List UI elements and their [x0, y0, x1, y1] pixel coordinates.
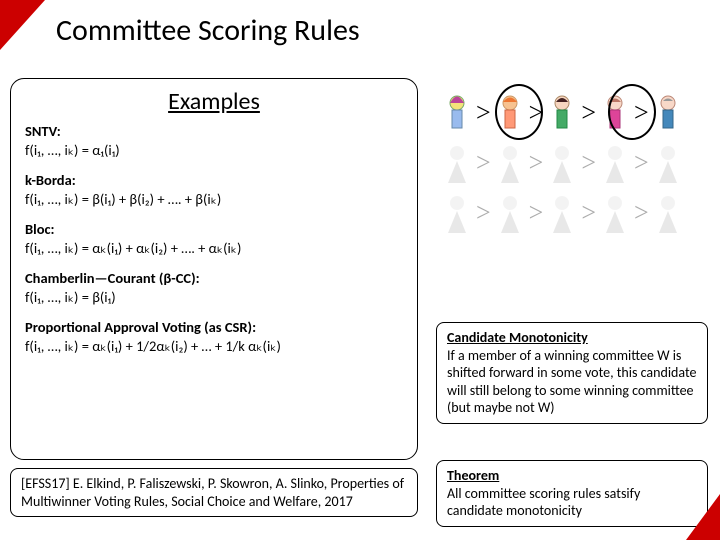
theorem-heading: Theorem	[447, 467, 499, 484]
gt-icon: >	[529, 148, 544, 178]
candidate-icon	[598, 191, 632, 235]
candidate-icon	[651, 141, 685, 185]
cc-formula: f(i₁, …, iₖ) = β(i₁)	[25, 288, 116, 306]
reference-box: [EFSS17] E. Elkind, P. Faliszewski, P. S…	[10, 468, 418, 517]
example-sntv: SNTV: f(i₁, …, iₖ) = α₁(i₁)	[25, 122, 403, 159]
examples-panel: Examples SNTV: f(i₁, …, iₖ) = α₁(i₁) k-B…	[10, 78, 418, 460]
example-kborda: k-Borda: f(i₁, …, iₖ) = β(i₁) + β(i₂) + …	[25, 171, 403, 208]
gt-icon: >	[476, 148, 491, 178]
preference-diagram: > > > > > > > > > > > >	[440, 88, 710, 238]
gt-icon: >	[581, 198, 596, 228]
sntv-formula: f(i₁, …, iₖ) = α₁(i₁)	[25, 141, 120, 159]
highlight-circle-icon	[495, 84, 543, 140]
cc-label: Chamberlin—Courant (β-CC):	[25, 269, 200, 287]
pav-label: Proportional Approval Voting (as CSR):	[25, 318, 256, 336]
sntv-label: SNTV:	[25, 122, 61, 140]
gt-icon: >	[476, 198, 491, 228]
decor-top-triangle	[0, 0, 45, 50]
reference-text: [EFSS17] E. Elkind, P. Faliszewski, P. S…	[21, 475, 404, 510]
candidate-icon	[651, 191, 685, 235]
example-pav: Proportional Approval Voting (as CSR): f…	[25, 318, 403, 355]
candidate-icon	[440, 191, 474, 235]
theorem-box: Theorem All committee scoring rules sats…	[436, 460, 708, 527]
candidate-icon	[440, 141, 474, 185]
decor-bottom-triangle	[686, 494, 720, 540]
gt-icon: >	[529, 198, 544, 228]
monotonicity-heading: Candidate Monotonicity	[447, 329, 588, 346]
candidate-icon	[493, 141, 527, 185]
candidate-green-icon	[545, 91, 579, 135]
candidate-yellow-icon	[440, 91, 474, 135]
voter-row-faded: > > > >	[440, 138, 710, 188]
pav-formula: f(i₁, …, iₖ) = αₖ(i₁) + 1/2αₖ(i₂) + … + …	[25, 337, 281, 355]
monotonicity-body: If a member of a winning committee W is …	[447, 347, 697, 417]
monotonicity-box: Candidate Monotonicity If a member of a …	[436, 322, 708, 424]
slide-title: Committee Scoring Rules	[56, 12, 360, 49]
kborda-label: k-Borda:	[25, 171, 76, 189]
gt-icon: >	[634, 198, 649, 228]
gt-icon: >	[634, 148, 649, 178]
candidate-icon	[493, 191, 527, 235]
highlight-circle-icon	[608, 84, 656, 140]
examples-heading: Examples	[25, 87, 403, 116]
gt-icon: >	[476, 98, 491, 128]
voter-row: > > > >	[440, 88, 710, 138]
kborda-formula: f(i₁, …, iₖ) = β(i₁) + β(i₂) + …. + β(iₖ…	[25, 190, 221, 208]
theorem-body: All committee scoring rules satsify cand…	[447, 485, 640, 520]
bloc-label: Bloc:	[25, 220, 55, 238]
candidate-icon	[545, 191, 579, 235]
voter-row-faded: > > > >	[440, 188, 710, 238]
example-cc: Chamberlin—Courant (β-CC): f(i₁, …, iₖ) …	[25, 269, 403, 306]
candidate-icon	[545, 141, 579, 185]
bloc-formula: f(i₁, …, iₖ) = αₖ(i₁) + αₖ(i₂) + …. + αₖ…	[25, 239, 241, 257]
gt-icon: >	[581, 148, 596, 178]
gt-icon: >	[581, 98, 596, 128]
candidate-icon	[598, 141, 632, 185]
example-bloc: Bloc: f(i₁, …, iₖ) = αₖ(i₁) + αₖ(i₂) + ……	[25, 220, 403, 257]
